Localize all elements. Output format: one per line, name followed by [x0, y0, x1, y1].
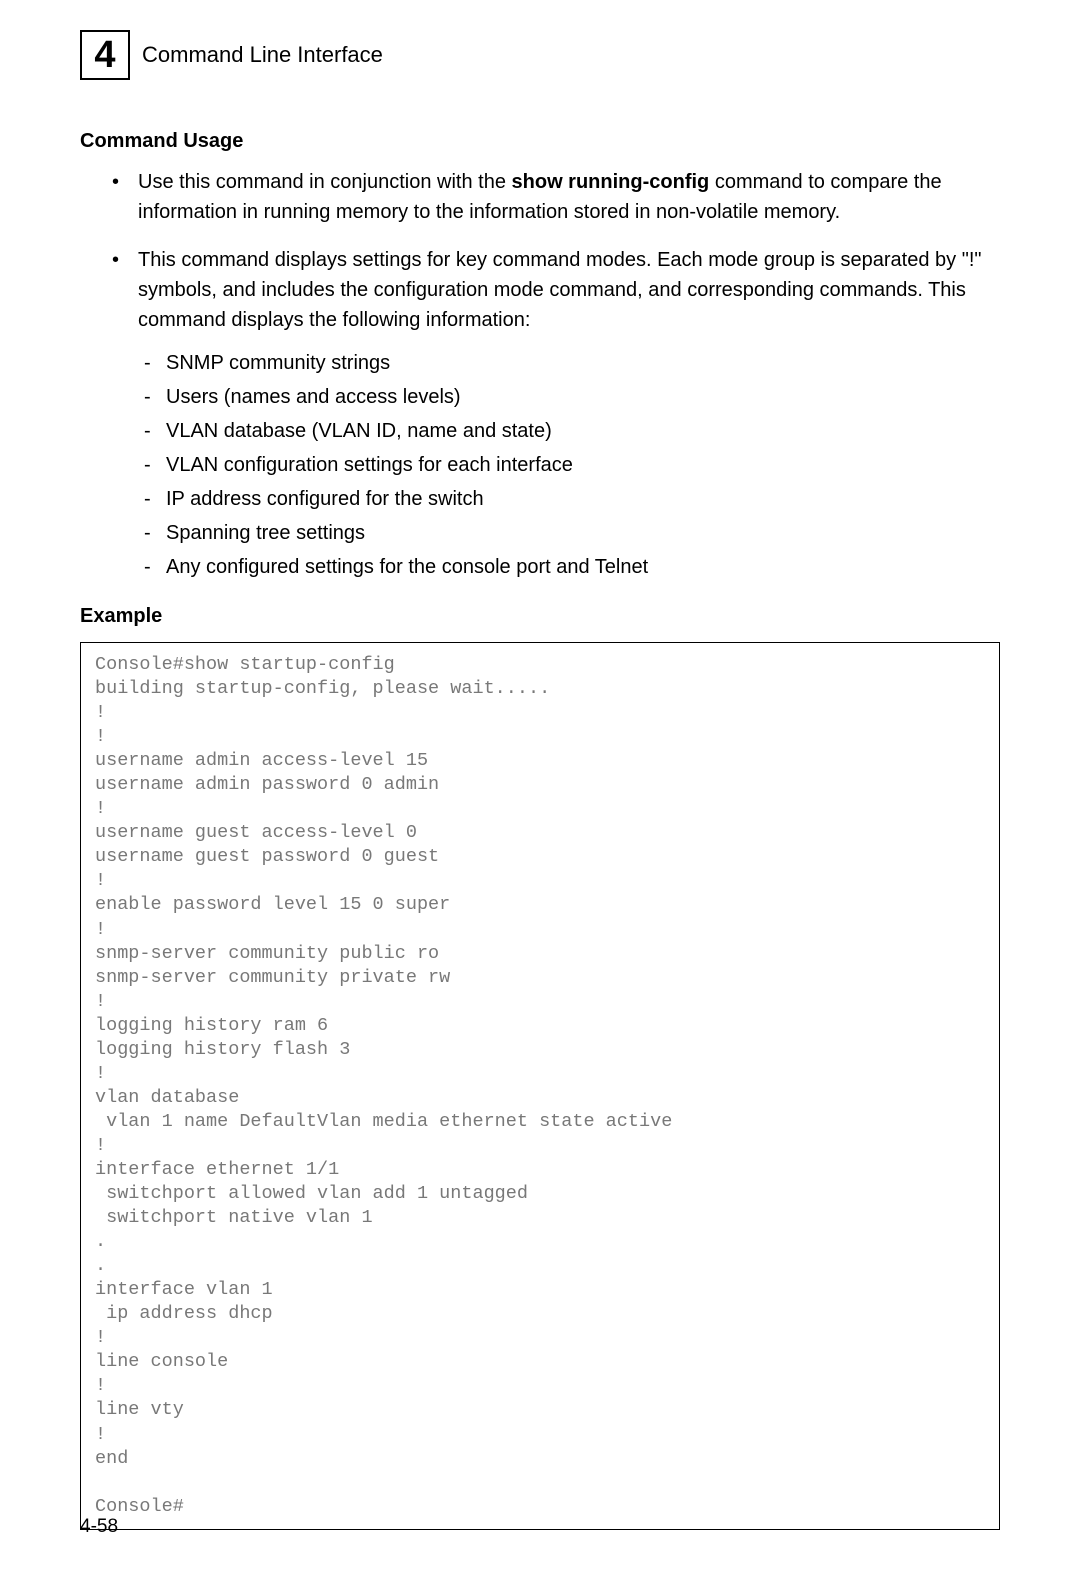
sub-item-7: Any configured settings for the console … [166, 553, 1000, 581]
command-usage-heading: Command Usage [80, 130, 1000, 153]
chapter-number: 4 [94, 34, 115, 77]
bullet-text-pre: Use this command in conjunction with the [138, 171, 512, 193]
sub-item-4: VLAN configuration settings for each int… [166, 451, 1000, 479]
sub-item-2: Users (names and access levels) [166, 383, 1000, 411]
command-usage-list: Use this command in conjunction with the… [80, 167, 1000, 581]
page-number: 4-58 [80, 1516, 118, 1538]
sub-list: SNMP community strings Users (names and … [138, 349, 1000, 581]
example-code-block: Console#show startup-config building sta… [80, 642, 1000, 1530]
bullet-item-1: Use this command in conjunction with the… [138, 167, 1000, 227]
bullet-2-text: This command displays settings for key c… [138, 249, 981, 331]
sub-item-1: SNMP community strings [166, 349, 1000, 377]
sub-item-6: Spanning tree settings [166, 519, 1000, 547]
bullet-item-2: This command displays settings for key c… [138, 245, 1000, 581]
sub-item-3: VLAN database (VLAN ID, name and state) [166, 417, 1000, 445]
example-heading: Example [80, 605, 1000, 628]
header-title: Command Line Interface [142, 42, 383, 68]
page-header: 4 Command Line Interface [80, 30, 1000, 80]
chapter-number-icon: 4 [80, 30, 130, 80]
sub-item-5: IP address configured for the switch [166, 485, 1000, 513]
bullet-text-bold: show running-config [512, 171, 710, 193]
